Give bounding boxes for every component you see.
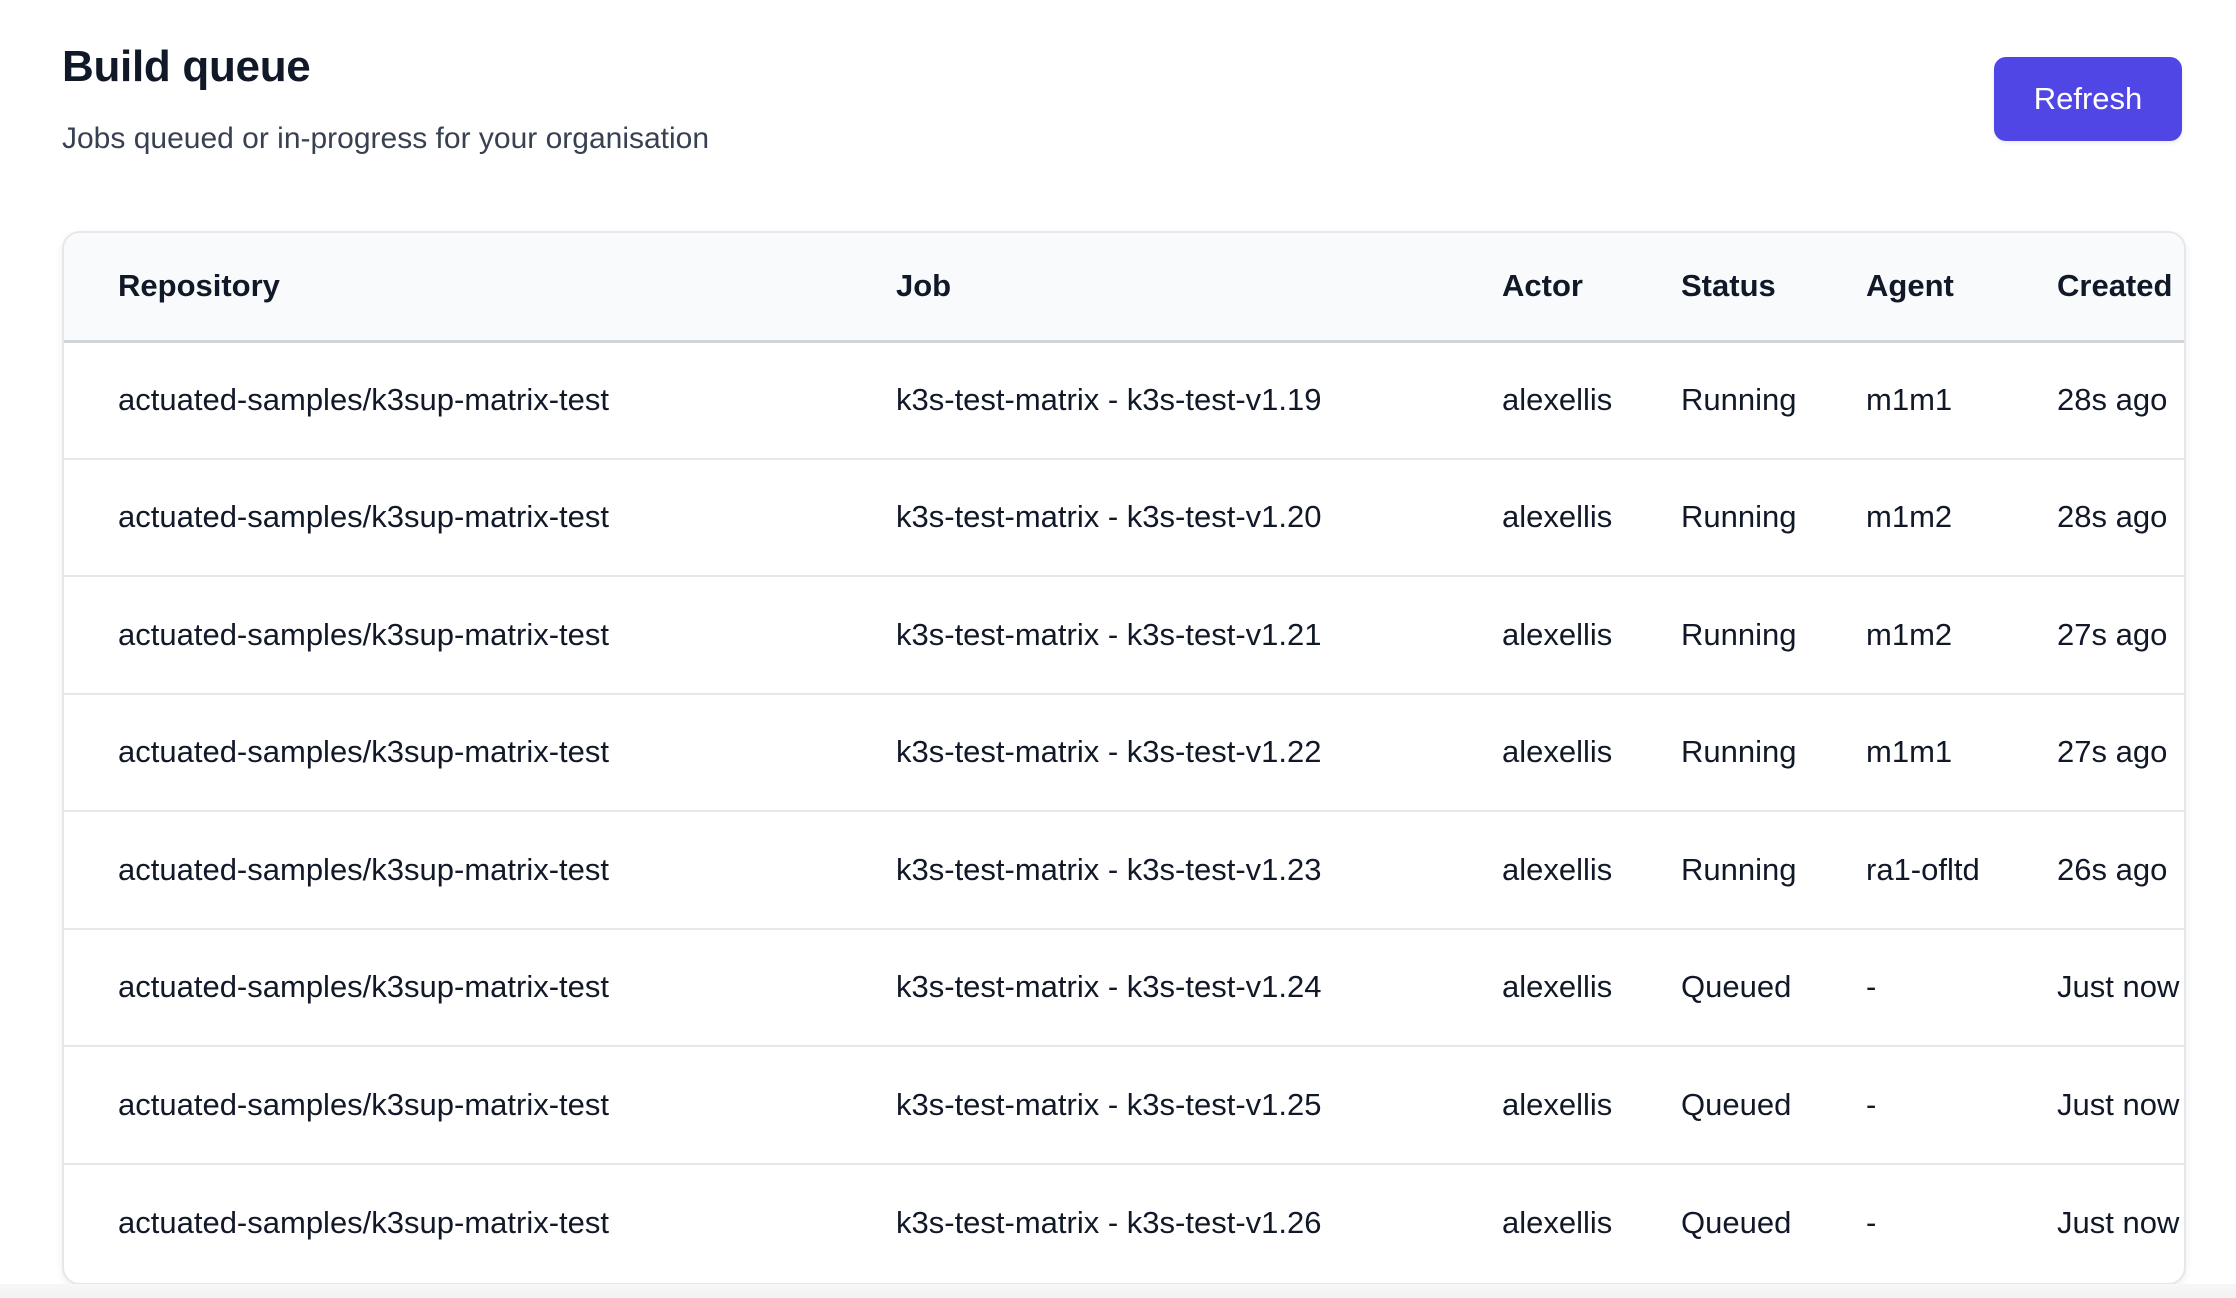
column-header-agent: Agent — [1866, 268, 1954, 304]
cell-repository: actuated-samples/k3sup-matrix-test — [118, 734, 610, 770]
cell-agent: m1m1 — [1866, 734, 1953, 770]
cell-created: Just now — [2057, 1086, 2180, 1122]
table-row[interactable]: actuated-samples/k3sup-matrix-test k3s-te… — [64, 459, 2184, 576]
cell-agent: - — [1866, 1204, 1877, 1240]
build-queue-table: Repository Job Actor Status Agent Create… — [64, 233, 2184, 1281]
cell-actor: alexellis — [1502, 499, 1613, 535]
cell-created: 28s ago — [2057, 499, 2168, 535]
cell-repository: actuated-samples/k3sup-matrix-test — [118, 616, 610, 652]
table-row[interactable]: actuated-samples/k3sup-matrix-test k3s-te… — [64, 1046, 2184, 1164]
cell-status: Running — [1681, 382, 1797, 417]
cell-job: k3s-test-matrix - k3s-test-v1.21 — [896, 616, 1322, 652]
cell-status: Running — [1681, 616, 1797, 652]
cell-actor: alexellis — [1502, 1086, 1613, 1122]
column-header-actor: Actor — [1502, 268, 1583, 304]
cell-agent: ra1-ofltd — [1866, 851, 1980, 887]
cell-job: k3s-test-matrix - k3s-test-v1.22 — [896, 734, 1322, 770]
table-row[interactable]: actuated-samples/k3sup-matrix-test k3s-te… — [64, 929, 2184, 1046]
table-row[interactable]: actuated-samples/k3sup-matrix-test k3s-te… — [64, 1164, 2184, 1282]
cell-created: 26s ago — [2057, 851, 2168, 887]
table-row[interactable]: actuated-samples/k3sup-matrix-test k3s-te… — [64, 341, 2184, 459]
refresh-button[interactable]: Refresh — [1994, 57, 2182, 141]
cell-created: 27s ago — [2057, 616, 2168, 652]
table-row[interactable]: actuated-samples/k3sup-matrix-test k3s-te… — [64, 576, 2184, 694]
column-header-repository: Repository — [118, 268, 280, 304]
cell-status: Running — [1681, 734, 1797, 770]
cell-agent: m1m1 — [1866, 382, 1953, 417]
cell-agent: m1m2 — [1866, 499, 1953, 535]
cell-status: Queued — [1681, 969, 1792, 1005]
table-header: Repository Job Actor Status Agent Create… — [64, 233, 2184, 341]
cell-status: Running — [1681, 499, 1797, 535]
cell-agent: m1m2 — [1866, 616, 1953, 652]
column-header-job: Job — [896, 268, 952, 304]
cell-actor: alexellis — [1502, 382, 1613, 417]
cell-repository: actuated-samples/k3sup-matrix-test — [118, 382, 610, 417]
cell-created: 28s ago — [2057, 382, 2168, 417]
cell-created: 27s ago — [2057, 734, 2168, 770]
cell-agent: - — [1866, 1086, 1877, 1122]
cell-repository: actuated-samples/k3sup-matrix-test — [118, 969, 610, 1005]
cell-job: k3s-test-matrix - k3s-test-v1.24 — [896, 969, 1322, 1005]
table-body: actuated-samples/k3sup-matrix-test k3s-te… — [64, 341, 2184, 1281]
cell-job: k3s-test-matrix - k3s-test-v1.23 — [896, 851, 1322, 887]
cell-repository: actuated-samples/k3sup-matrix-test — [118, 499, 610, 535]
table-row[interactable]: actuated-samples/k3sup-matrix-test k3s-te… — [64, 694, 2184, 811]
cell-agent: - — [1866, 969, 1877, 1005]
cell-actor: alexellis — [1502, 1204, 1613, 1240]
cell-job: k3s-test-matrix - k3s-test-v1.20 — [896, 499, 1322, 535]
cell-repository: actuated-samples/k3sup-matrix-test — [118, 851, 610, 887]
cell-status: Running — [1681, 851, 1797, 887]
cell-job: k3s-test-matrix - k3s-test-v1.25 — [896, 1086, 1322, 1122]
cell-actor: alexellis — [1502, 851, 1613, 887]
cell-created: Just now — [2057, 969, 2180, 1005]
cell-repository: actuated-samples/k3sup-matrix-test — [118, 1086, 610, 1122]
page-title: Build queue — [62, 42, 311, 91]
cell-created: Just now — [2057, 1204, 2180, 1240]
cell-job: k3s-test-matrix - k3s-test-v1.19 — [896, 382, 1322, 417]
page-subtitle: Jobs queued or in-progress for your orga… — [62, 122, 710, 155]
cell-repository: actuated-samples/k3sup-matrix-test — [118, 1204, 610, 1240]
cell-actor: alexellis — [1502, 969, 1613, 1005]
cell-job: k3s-test-matrix - k3s-test-v1.26 — [896, 1204, 1322, 1240]
page-bottom-edge — [0, 1284, 2236, 1298]
build-queue-table-card: Repository Job Actor Status Agent Create… — [62, 231, 2186, 1285]
cell-status: Queued — [1681, 1086, 1792, 1122]
cell-actor: alexellis — [1502, 734, 1613, 770]
table-row[interactable]: actuated-samples/k3sup-matrix-test k3s-te… — [64, 811, 2184, 929]
cell-status: Queued — [1681, 1204, 1792, 1240]
build-queue-page: Build queue Jobs queued or in-progress f… — [0, 0, 2236, 1298]
table-header-row: Repository Job Actor Status Agent Create… — [64, 233, 2184, 341]
column-header-created: Created — [2057, 268, 2173, 304]
cell-actor: alexellis — [1502, 616, 1613, 652]
column-header-status: Status — [1681, 268, 1776, 304]
